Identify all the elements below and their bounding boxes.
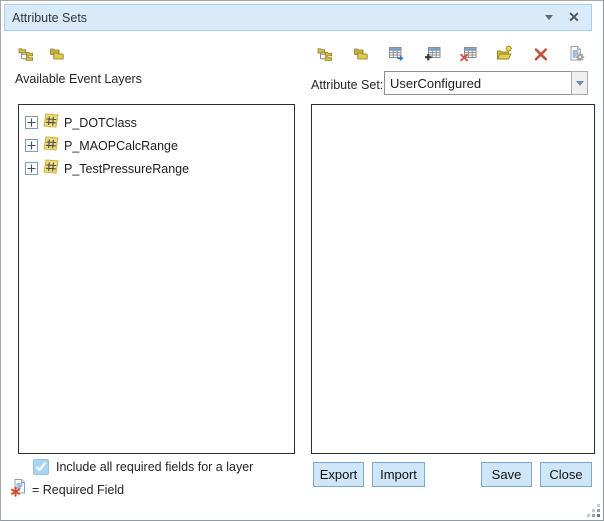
expand-plus-icon[interactable] bbox=[25, 139, 38, 152]
tree-item-label: P_DOTClass bbox=[64, 116, 137, 130]
close-dialog-button[interactable]: ✕ bbox=[565, 9, 583, 27]
tree-item-label: P_MAOPCalcRange bbox=[64, 139, 178, 153]
required-field-legend: = Required Field bbox=[10, 478, 124, 502]
import-button[interactable]: Import bbox=[372, 462, 425, 487]
tree-item-p-maopcalcrange[interactable]: P_MAOPCalcRange bbox=[21, 134, 292, 157]
required-field-icon bbox=[10, 478, 28, 502]
toolbar-left bbox=[17, 45, 65, 62]
attribute-set-label: Attribute Set: bbox=[311, 78, 383, 92]
expand-plus-icon[interactable] bbox=[25, 116, 38, 129]
include-required-fields-row: Include all required fields for a layer bbox=[33, 459, 253, 475]
open-folder-icon[interactable] bbox=[352, 45, 369, 62]
tree-item-p-testpressurerange[interactable]: P_TestPressureRange bbox=[21, 157, 292, 180]
toolbar-right bbox=[316, 45, 585, 62]
titlebar: Attribute Sets ✕ bbox=[4, 4, 592, 31]
tree-item-label: P_TestPressureRange bbox=[64, 162, 189, 176]
chevron-down-icon bbox=[576, 81, 584, 86]
attribute-set-dropdown-button[interactable] bbox=[571, 71, 588, 95]
chevron-down-icon bbox=[545, 15, 553, 20]
attribute-set-combobox bbox=[384, 71, 588, 95]
attribute-set-tree-icon[interactable] bbox=[17, 45, 34, 62]
delete-icon[interactable] bbox=[532, 45, 549, 62]
event-layer-icon bbox=[43, 136, 59, 156]
tree-item-p-dotclass[interactable]: P_DOTClass bbox=[21, 111, 292, 134]
attribute-sets-dialog: Attribute Sets ✕ bbox=[0, 0, 604, 521]
save-button[interactable]: Save bbox=[481, 462, 532, 487]
include-required-fields-label: Include all required fields for a layer bbox=[56, 460, 253, 474]
available-event-layers-heading: Available Event Layers bbox=[15, 72, 142, 86]
required-field-legend-text: = Required Field bbox=[32, 483, 124, 497]
page-settings-icon[interactable] bbox=[568, 45, 585, 62]
table-remove-icon[interactable] bbox=[460, 45, 477, 62]
event-layer-icon bbox=[43, 113, 59, 133]
open-folder-icon[interactable] bbox=[48, 45, 65, 62]
check-icon bbox=[35, 461, 47, 473]
attribute-set-tree-icon[interactable] bbox=[316, 45, 333, 62]
event-layer-icon bbox=[43, 159, 59, 179]
export-button[interactable]: Export bbox=[313, 462, 364, 487]
table-add-icon[interactable] bbox=[424, 45, 441, 62]
collapse-panel-button[interactable] bbox=[541, 10, 557, 26]
available-event-layers-list[interactable]: P_DOTClass P_MAOPCalcRange bbox=[18, 104, 295, 454]
attribute-set-fields-list[interactable] bbox=[311, 104, 595, 454]
table-export-icon[interactable] bbox=[388, 45, 405, 62]
expand-plus-icon[interactable] bbox=[25, 162, 38, 175]
new-folder-icon[interactable] bbox=[496, 45, 513, 62]
close-button[interactable]: Close bbox=[540, 462, 592, 487]
resize-grip[interactable] bbox=[587, 504, 600, 517]
attribute-set-input[interactable] bbox=[384, 71, 571, 95]
dialog-title: Attribute Sets bbox=[12, 11, 541, 25]
include-required-fields-checkbox[interactable] bbox=[33, 459, 49, 475]
